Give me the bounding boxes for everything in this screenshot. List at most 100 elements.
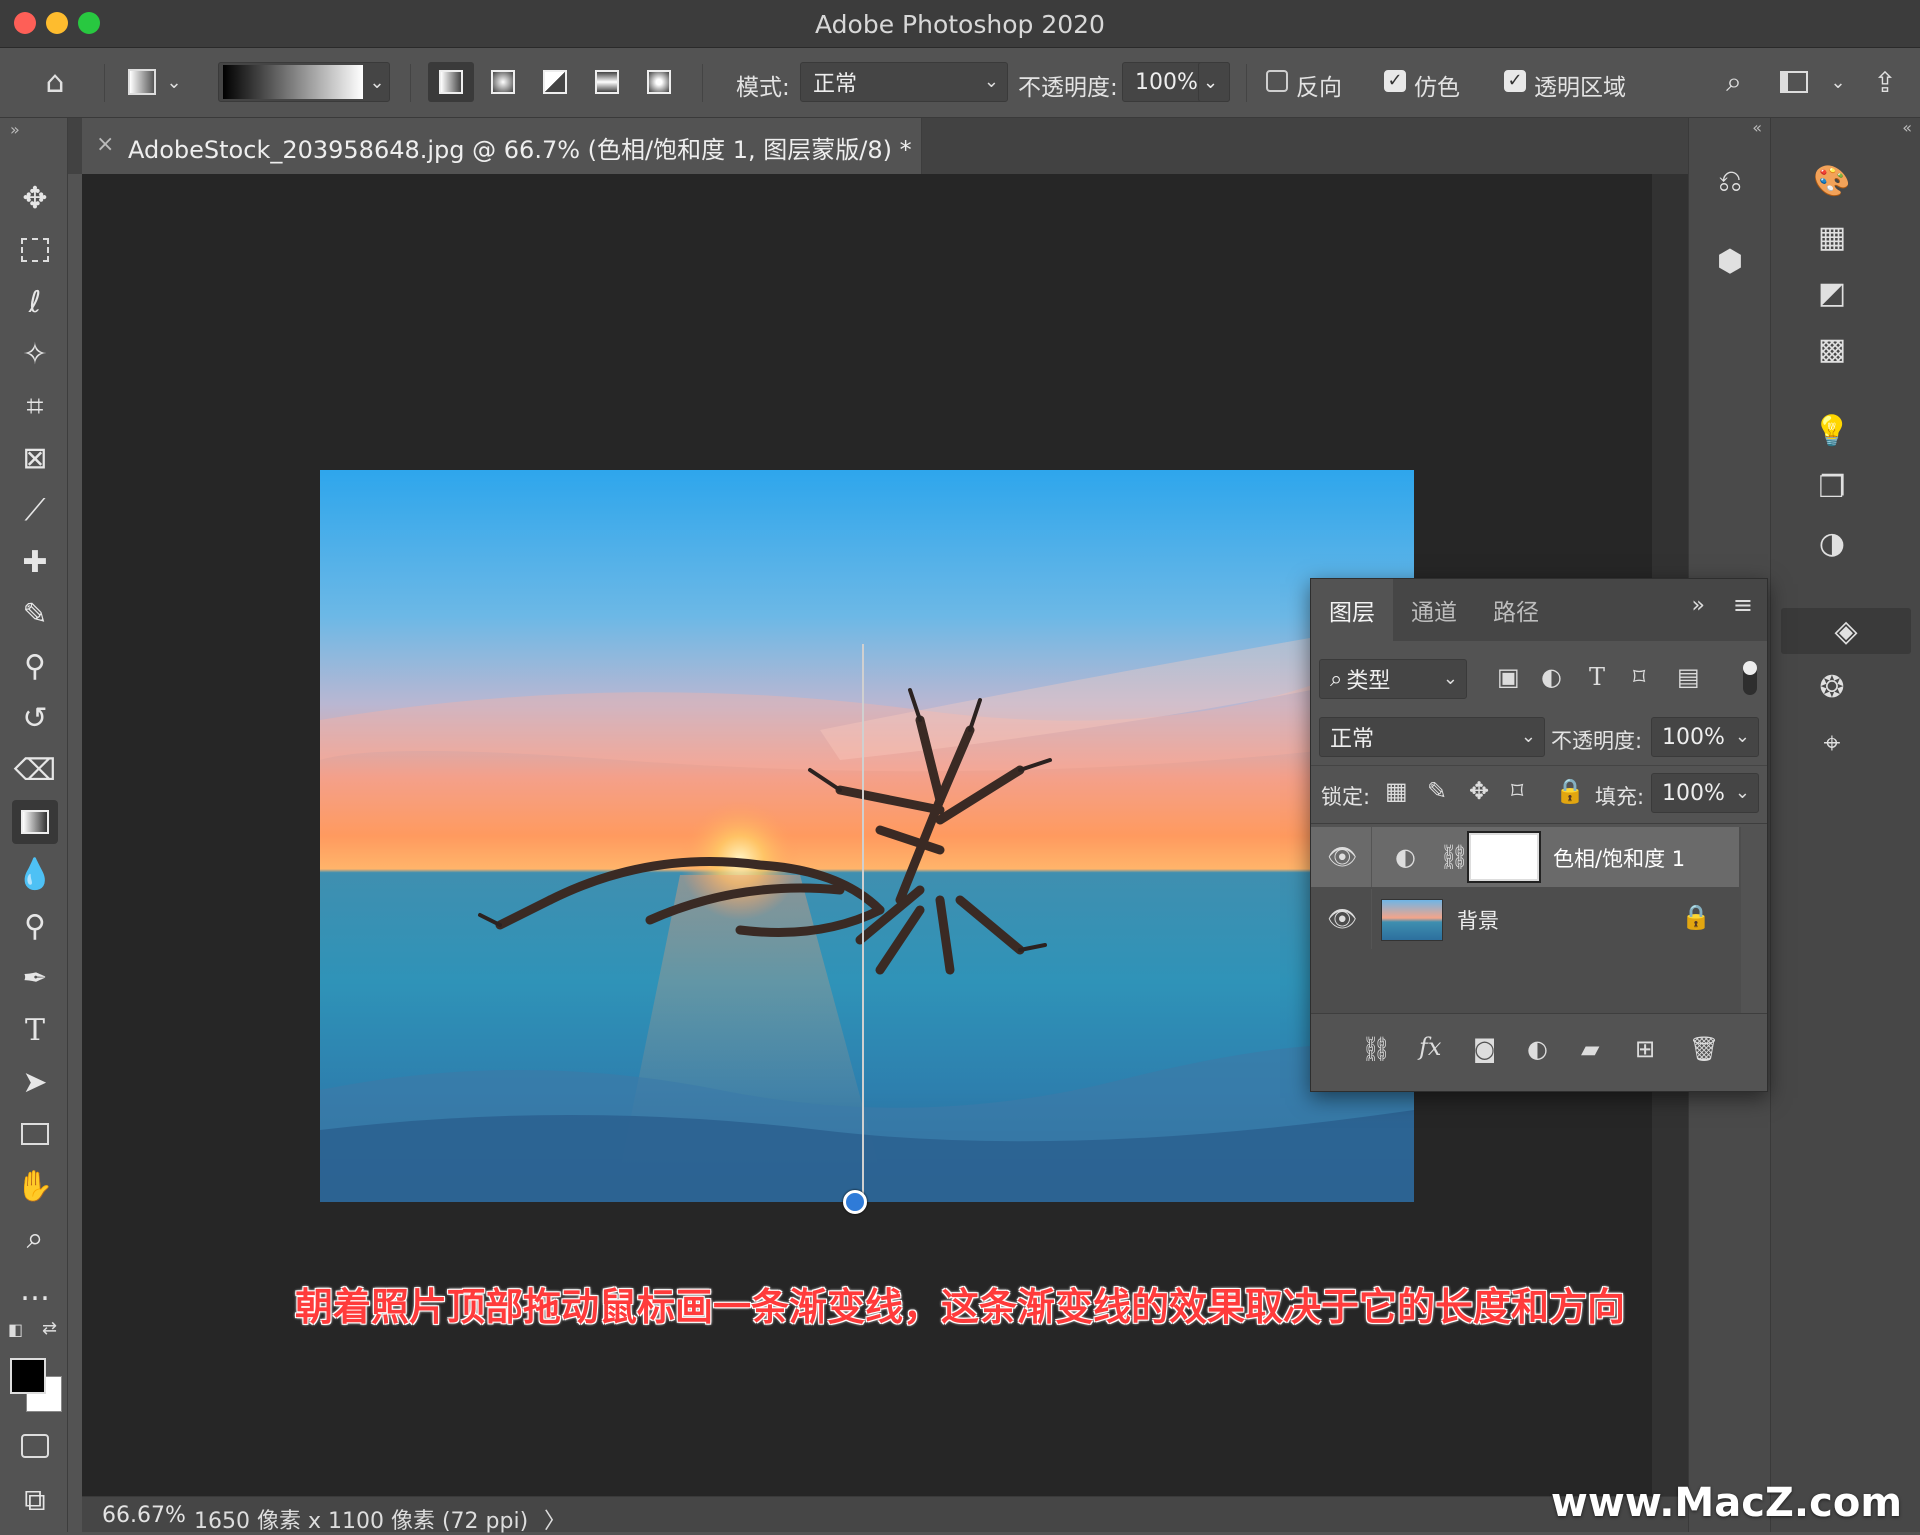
linear-gradient-button[interactable]	[428, 62, 474, 102]
gradient-picker[interactable]: ⌄	[218, 62, 390, 102]
pixel-filter-icon[interactable]: ▣	[1497, 663, 1520, 691]
swatches-panel-icon[interactable]: ▦	[1807, 214, 1857, 260]
blend-mode-select[interactable]: 正常 ⌄	[1319, 717, 1545, 757]
eyedropper-tool-icon[interactable]: ⟋	[12, 488, 58, 532]
gradient-end-handle[interactable]	[843, 1190, 867, 1214]
dodge-tool-icon[interactable]: ⚲	[12, 904, 58, 948]
gradients-panel-icon[interactable]: ◩	[1807, 270, 1857, 316]
type-filter-icon[interactable]: T	[1589, 663, 1605, 691]
channels-panel-icon[interactable]: ❂	[1807, 664, 1857, 710]
radial-gradient-button[interactable]	[480, 62, 526, 102]
status-menu-arrow[interactable]: 〉	[544, 1503, 566, 1535]
transparency-checkbox[interactable]: ✓	[1504, 70, 1526, 92]
layer-mask-thumbnail[interactable]	[1467, 831, 1541, 883]
pen-tool-icon[interactable]: ✒	[12, 956, 58, 1000]
diamond-gradient-button[interactable]	[636, 62, 682, 102]
document-image[interactable]	[320, 470, 1414, 1202]
layer-row[interactable]: 👁 ◐ ⛓ 色相/饱和度 1	[1311, 827, 1739, 887]
history-brush-tool-icon[interactable]: ↺	[12, 696, 58, 740]
lock-position-icon[interactable]: ✥	[1469, 777, 1489, 805]
type-tool-icon[interactable]: T	[12, 1008, 58, 1052]
collapse-dock-icon[interactable]: «	[1752, 118, 1762, 137]
smart-object-filter-icon[interactable]: ▤	[1677, 663, 1700, 691]
patterns-panel-icon[interactable]: ▩	[1807, 326, 1857, 372]
zoom-tool-icon[interactable]: ⌕	[12, 1216, 58, 1260]
new-layer-icon[interactable]: ⊞	[1635, 1035, 1655, 1063]
add-mask-icon[interactable]: ◙	[1473, 1035, 1496, 1063]
magic-wand-tool-icon[interactable]: ✧	[12, 332, 58, 376]
panel-menu-icon[interactable]: ≡	[1733, 591, 1753, 619]
zoom-readout[interactable]: 66.67%	[102, 1503, 186, 1528]
expand-toolbar-icon[interactable]: »	[10, 120, 20, 139]
layer-opacity-label: 不透明度:	[1551, 729, 1643, 753]
learn-panel-icon[interactable]: 💡	[1807, 408, 1857, 454]
lock-artboard-icon[interactable]: ⌑	[1511, 777, 1523, 805]
blur-tool-icon[interactable]: 💧	[12, 852, 58, 896]
adjustments-panel-icon[interactable]: ◑	[1807, 520, 1857, 566]
quick-mask-icon[interactable]	[12, 1424, 58, 1468]
expand-panel-icon[interactable]: »	[1692, 593, 1705, 618]
layers-panel-icon[interactable]: ◈	[1781, 608, 1911, 654]
reflected-gradient-button[interactable]	[584, 62, 630, 102]
chevron-down-icon[interactable]: ⌄	[1818, 62, 1858, 102]
lock-icon[interactable]: 🔒	[1681, 903, 1711, 931]
move-tool-icon[interactable]: ✥	[12, 176, 58, 220]
gradient-guide-line	[862, 644, 864, 1202]
tab-channels[interactable]: 通道	[1393, 579, 1475, 641]
fill-value: 100%	[1662, 780, 1725, 806]
tab-layers[interactable]: 图层	[1311, 579, 1393, 641]
rectangle-tool-icon[interactable]	[12, 1112, 58, 1156]
home-icon[interactable]: ⌂	[30, 62, 80, 102]
fill-input[interactable]: 100% ⌄	[1651, 773, 1759, 813]
eye-icon[interactable]: 👁	[1327, 843, 1357, 871]
history-panel-icon[interactable]: ⎌	[1705, 158, 1755, 204]
document-tab[interactable]: × AdobeStock_203958648.jpg @ 66.7% (色相/饱…	[82, 118, 922, 174]
gradient-tool-icon[interactable]	[12, 800, 58, 844]
opacity-dropdown[interactable]: ⌄	[1198, 62, 1230, 102]
dither-checkbox[interactable]: ✓	[1384, 70, 1406, 92]
mode-select[interactable]: 正常 ⌄	[800, 62, 1008, 102]
brush-tool-icon[interactable]: ✎	[12, 592, 58, 636]
collapse-dock-icon[interactable]: «	[1902, 118, 1912, 137]
screen-mode-icon[interactable]: ⧉	[12, 1478, 58, 1522]
new-group-icon[interactable]: ▰	[1581, 1035, 1599, 1063]
healing-brush-tool-icon[interactable]: ✚	[12, 540, 58, 584]
layers-panel: 图层 通道 路径 » ≡ ⌕ 类型 ⌄ ▣ ◐ T ⌑ ▤ 正常 ⌄ 不透明度:…	[1310, 578, 1768, 1092]
layer-opacity-input[interactable]: 100% ⌄	[1651, 717, 1759, 757]
filter-toggle[interactable]	[1743, 661, 1757, 695]
angle-gradient-button[interactable]	[532, 62, 578, 102]
stamp-tool-icon[interactable]: ⚲	[12, 644, 58, 688]
libraries-panel-icon[interactable]: ❐	[1807, 464, 1857, 510]
lock-pixels-icon[interactable]: ✎	[1427, 777, 1447, 805]
marquee-tool-icon[interactable]	[12, 228, 58, 272]
eye-icon[interactable]: 👁	[1327, 905, 1357, 933]
new-adjustment-icon[interactable]: ◐	[1527, 1035, 1548, 1063]
lock-all-icon[interactable]: 🔒	[1555, 777, 1585, 805]
workspace-icon[interactable]	[1772, 62, 1816, 102]
frame-tool-icon[interactable]: ⊠	[12, 436, 58, 480]
layer-row[interactable]: 👁 背景 🔒	[1311, 889, 1739, 949]
hand-tool-icon[interactable]: ✋	[12, 1164, 58, 1208]
paths-panel-icon[interactable]: ⌖	[1807, 720, 1857, 766]
color-panel-icon[interactable]: 🎨	[1807, 158, 1857, 204]
share-icon[interactable]: ⇪	[1862, 62, 1908, 102]
delete-layer-icon[interactable]: 🗑	[1689, 1035, 1719, 1063]
eraser-tool-icon[interactable]: ⌫	[12, 748, 58, 792]
search-icon[interactable]: ⌕	[1712, 62, 1756, 102]
crop-tool-icon[interactable]: ⌗	[12, 384, 58, 428]
lock-transparency-icon[interactable]: ▦	[1385, 777, 1408, 805]
link-layers-icon[interactable]: ⛓	[1361, 1035, 1391, 1063]
layer-filter-select[interactable]: ⌕ 类型 ⌄	[1319, 659, 1467, 699]
lasso-tool-icon[interactable]: ℓ	[12, 280, 58, 324]
foreground-color-swatch[interactable]	[10, 1358, 46, 1394]
tab-paths[interactable]: 路径	[1475, 579, 1557, 641]
3d-panel-icon[interactable]: ⬢	[1705, 238, 1755, 284]
tool-preset-picker[interactable]: ⌄	[120, 62, 190, 102]
path-selection-tool-icon[interactable]: ➤	[12, 1060, 58, 1104]
reverse-checkbox[interactable]	[1266, 70, 1288, 92]
shape-filter-icon[interactable]: ⌑	[1633, 663, 1645, 691]
fx-icon[interactable]: fx	[1419, 1033, 1441, 1061]
adjustment-filter-icon[interactable]: ◐	[1541, 663, 1562, 691]
close-tab-icon[interactable]: ×	[96, 132, 114, 157]
link-icon[interactable]: ⛓	[1439, 843, 1469, 871]
